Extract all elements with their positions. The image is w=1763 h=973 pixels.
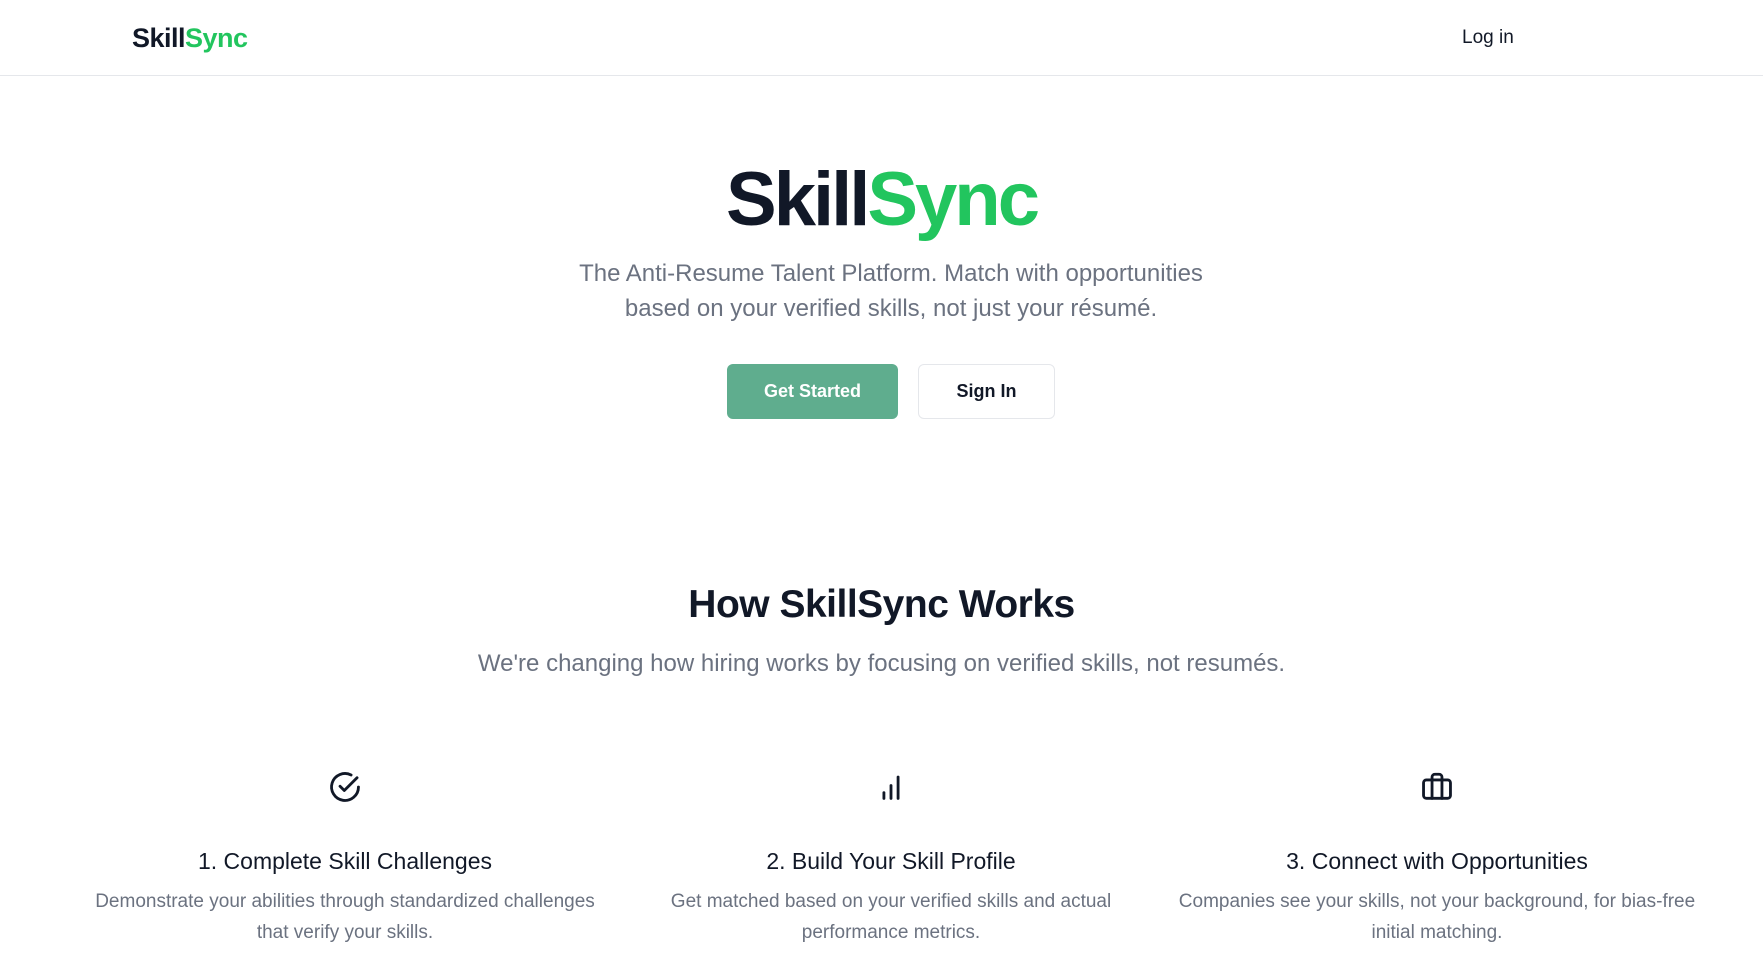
brand-logo-part2: Sync [185,23,248,53]
hero-logo-part1: Skill [726,157,870,242]
get-started-button[interactable]: Get Started [727,364,898,419]
sign-in-button[interactable]: Sign In [918,364,1055,419]
feature-card-challenges: 1. Complete Skill Challenges Demonstrate… [85,770,605,948]
feature-title: 1. Complete Skill Challenges [197,848,493,874]
feature-card-profile: 2. Build Your Skill Profile Get matched … [631,770,1151,948]
hero-subtitle: The Anti-Resume Talent Platform. Match w… [579,260,1203,322]
briefcase-icon [1422,772,1452,800]
brand-logo[interactable]: SkillSync [132,18,248,58]
brand-logo-part1: Skill [132,23,186,53]
feature-title: 3. Connect with Opportunities [1286,848,1588,874]
login-link[interactable]: Log in [1462,23,1514,53]
feature-description: Demonstrate your abilities through stand… [95,891,595,943]
feature-card-opportunities: 3. Connect with Opportunities Companies … [1177,770,1697,948]
hero-logo-part2: Sync [867,157,1040,242]
hero-logo: SkillSync [0,150,1763,250]
feature-description: Companies see your skills, not your back… [1178,891,1696,943]
top-navigation: SkillSync Log in [0,0,1763,76]
section-subtitle: We're changing how hiring works by focus… [477,650,1286,677]
feature-description: Get matched based on your verified skill… [670,891,1112,943]
bar-chart-icon [882,775,900,800]
feature-title: 2. Build Your Skill Profile [766,848,1016,874]
check-circle-icon [330,772,360,802]
section-title: How SkillSync Works [688,583,1075,626]
